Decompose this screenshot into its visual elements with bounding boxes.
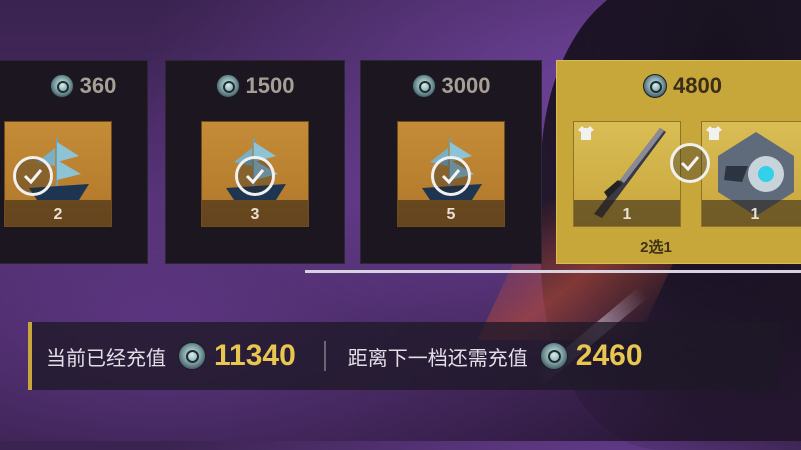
coin-icon: [539, 342, 568, 370]
tier-cost-value: 360: [79, 73, 117, 98]
tier-cost: 1500: [166, 67, 344, 105]
tier-card-2[interactable]: 1500 3: [165, 60, 345, 264]
tier-card-4[interactable]: 4800 1 1 2选1: [556, 60, 801, 264]
tier-cost: 360: [0, 67, 147, 105]
reward-slot-option-2[interactable]: 1: [701, 121, 801, 227]
claimed-check-icon: [670, 143, 710, 183]
coin-icon: [49, 74, 74, 98]
claimed-check-icon: [13, 156, 53, 196]
current-recharge-label: 当前已经充值: [46, 347, 166, 370]
tier-cost-value: 3000: [441, 73, 491, 98]
reward-slot[interactable]: 2: [4, 121, 112, 227]
reward-quantity: 1: [750, 206, 760, 223]
next-tier-value: 2460: [575, 339, 643, 372]
tier-card-3[interactable]: 3000 5: [360, 60, 542, 264]
current-recharge-value: 11340: [214, 339, 296, 372]
tier-cost-value: 1500: [245, 73, 295, 98]
coin-icon: [178, 342, 206, 370]
tier-cost: 3000: [361, 67, 541, 105]
claimed-check-icon: [235, 156, 275, 196]
reward-quantity: 3: [250, 206, 260, 223]
tier-cost-value: 4800: [673, 73, 722, 98]
coin-icon: [411, 74, 436, 98]
tier-card-1[interactable]: 360 2: [0, 60, 148, 264]
next-tier-label: 距离下一档还需充值: [347, 347, 528, 370]
recharge-status-bar: 当前已经充值 11340 距离下一档还需充值 2460: [28, 322, 780, 390]
divider: [323, 341, 326, 371]
claimed-check-icon: [431, 156, 471, 196]
reward-slot-option-1[interactable]: 1: [573, 121, 681, 227]
reward-quantity: 2: [53, 206, 63, 223]
tier-cost: 4800: [557, 67, 801, 105]
coin-icon: [215, 74, 240, 98]
reward-slot[interactable]: 5: [397, 121, 505, 227]
choose-one-label: 2选1: [640, 239, 672, 256]
coin-icon: [643, 74, 667, 98]
reward-quantity: 5: [446, 206, 456, 223]
progress-line: [305, 270, 801, 273]
reward-quantity: 1: [622, 206, 632, 223]
reward-slot[interactable]: 3: [201, 121, 309, 227]
